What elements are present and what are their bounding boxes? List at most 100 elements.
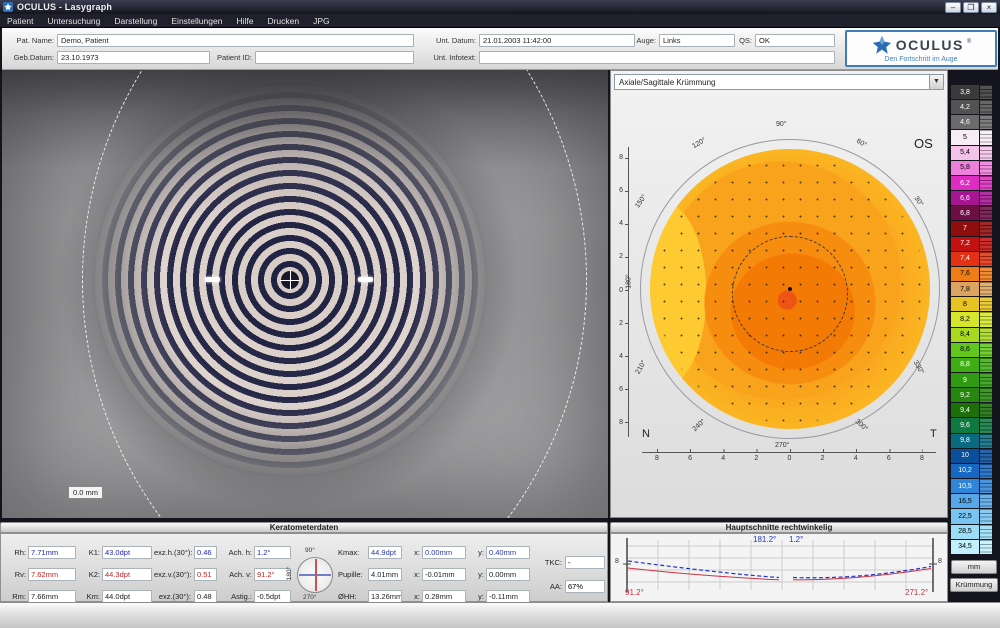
patient-id-field[interactable] — [255, 51, 414, 64]
hauptschnitte-panel-header[interactable]: Hauptschnitte rechtwinkelig — [610, 522, 948, 533]
exam-date-field[interactable]: 21.01.2003 11:42:00 — [479, 34, 635, 47]
degree-label-210: 210° — [635, 359, 648, 375]
oculus-star-icon — [871, 35, 893, 55]
color-scale-cell: 7,4 — [950, 251, 998, 266]
color-scale-cell: 8 — [950, 296, 998, 311]
menu-item[interactable]: Patient — [0, 14, 40, 28]
y-tick-label: 8 — [612, 154, 623, 162]
led-reflection-left — [205, 277, 220, 282]
color-scale-gradient-strip — [980, 99, 993, 114]
color-scale-gradient-strip — [980, 463, 993, 478]
color-scale-cell: 16,5 — [950, 493, 998, 508]
keratometer-row: Rv: 7.62mm K2: 44.3dpt exz.v.(30°): 0.51… — [4, 568, 291, 581]
patient-dob-label: Geb.Datum: — [4, 51, 54, 64]
taskbar: ▶ e A ⊕ ● O — [0, 602, 1000, 628]
color-scale-gradient-strip — [980, 281, 993, 296]
patient-name-field[interactable]: Demo, Patient — [57, 34, 414, 47]
menu-item[interactable]: Untersuchung — [40, 14, 107, 28]
color-scale-gradient-strip — [980, 402, 993, 417]
y-tick-label: 2 — [612, 253, 623, 261]
scale-unit-button[interactable]: mm — [951, 560, 997, 574]
color-scale-gradient-strip — [980, 478, 993, 493]
color-scale-cell: 9,4 — [950, 402, 998, 417]
eye-camera-image[interactable]: 0.0 mm — [2, 70, 608, 518]
title-bar: OCULUS - Lasygraph – ❒ × — [0, 0, 1000, 14]
color-scale-cell: 28,5 — [950, 524, 998, 539]
degree-label-90: 90° — [776, 121, 787, 128]
x-tick-label: 8 — [908, 455, 936, 462]
infotext-field[interactable] — [479, 51, 835, 64]
hauptschnitte-panel — [610, 533, 948, 602]
color-scale-cell: 9,2 — [950, 387, 998, 402]
menu-item[interactable]: Drucken — [260, 14, 306, 28]
x-tick-label: 6 — [676, 455, 704, 462]
map-type-value: Axiale/Sagittale Krümmung — [615, 78, 929, 87]
color-scale-legend: 3,8 4,2 4,6 5 5,4 5, — [950, 84, 998, 554]
chevron-down-icon[interactable]: ▼ — [929, 75, 943, 89]
color-scale-cell: 7 — [950, 220, 998, 235]
menu-item[interactable]: Hilfe — [229, 14, 260, 28]
menu-item[interactable]: JPG — [306, 14, 337, 28]
map-type-dropdown[interactable]: Axiale/Sagittale Krümmung ▼ — [614, 74, 944, 90]
pupil-dashed-circle — [732, 236, 848, 352]
color-scale-gradient-strip — [980, 327, 993, 342]
compass-270-label: 270° — [303, 594, 316, 601]
eye-side-field[interactable]: Links — [659, 34, 735, 47]
compass-90-label: 90° — [305, 547, 315, 554]
tkc-field[interactable]: - — [565, 556, 605, 569]
menu-item[interactable]: Einstellungen — [164, 14, 229, 28]
keratometer-center-row: Kmax: 44.9dpt x: 0.00mm y: 0.40mm — [338, 546, 530, 559]
keratometer-panel-header[interactable]: Keratometerdaten — [0, 522, 608, 533]
y-axis-ticks — [625, 158, 629, 423]
logo-name: OCULUS — [896, 37, 964, 53]
color-scale-gradient-strip — [980, 84, 993, 99]
topography-panel: Axiale/Sagittale Krümmung ▼ 864202468 86… — [610, 70, 948, 518]
color-scale-cell: 8,8 — [950, 357, 998, 372]
maximize-button[interactable]: ❒ — [963, 2, 979, 13]
color-scale-cell: 8,4 — [950, 327, 998, 342]
color-scale-gradient-strip — [980, 114, 993, 129]
color-scale-gradient-strip — [980, 220, 993, 235]
color-scale-gradient-strip — [980, 372, 993, 387]
color-scale-gradient-strip — [980, 145, 993, 160]
eye-side-label: Auge: — [632, 34, 656, 47]
minimize-button[interactable]: – — [945, 2, 961, 13]
patient-info-panel: Pat. Name: Demo, Patient Geb.Datum: 23.1… — [2, 28, 998, 70]
meridian-angle-2: 1.2° — [789, 535, 803, 544]
color-scale-gradient-strip — [980, 251, 993, 266]
y-axis-labels: 864202468 — [612, 154, 623, 427]
degree-label-60: 60° — [855, 138, 868, 149]
color-scale-cell: 6,8 — [950, 205, 998, 220]
color-scale-gradient-strip — [980, 357, 993, 372]
degree-label-180: 180° — [626, 274, 633, 288]
x-axis-labels: 864202468 — [643, 455, 936, 462]
color-scale-gradient-strip — [980, 190, 993, 205]
infotext-label: Unt. Infotext: — [422, 51, 476, 64]
app-icon — [3, 2, 13, 12]
y-tick-label: 4 — [612, 220, 623, 228]
color-scale-cell: 22,5 — [950, 508, 998, 523]
degree-label-270: 270° — [775, 442, 789, 449]
menu-item[interactable]: Darstellung — [107, 14, 164, 28]
scale-mode-button[interactable]: Krümmung — [950, 578, 998, 592]
right-lid-marker-arc — [2, 70, 587, 518]
nasal-label: N — [642, 428, 650, 440]
meridian-profile-chart — [611, 534, 947, 601]
logo-tagline: Den Fortschritt im Auge — [884, 56, 957, 63]
center-crosshair-horizontal — [280, 280, 300, 281]
degree-label-150: 150° — [634, 194, 648, 210]
color-scale-cell: 7,6 — [950, 266, 998, 281]
color-scale-gradient-strip — [980, 508, 993, 523]
close-button[interactable]: × — [981, 2, 997, 13]
patient-dob-field[interactable]: 23.10.1973 — [57, 51, 210, 64]
aa-field[interactable]: 67% — [565, 580, 605, 593]
meridian-angle-1: 181.2° — [753, 535, 776, 544]
color-scale-cell: 6,6 — [950, 190, 998, 205]
y-tick-label: 8 — [612, 419, 623, 427]
temporal-label: T — [930, 428, 937, 440]
color-scale-cell: 3,8 — [950, 84, 998, 99]
color-scale-cell: 7,2 — [950, 236, 998, 251]
qs-field[interactable]: OK — [755, 34, 835, 47]
chart-y-label-right: 8 — [938, 558, 942, 565]
y-tick-label: 6 — [612, 386, 623, 394]
